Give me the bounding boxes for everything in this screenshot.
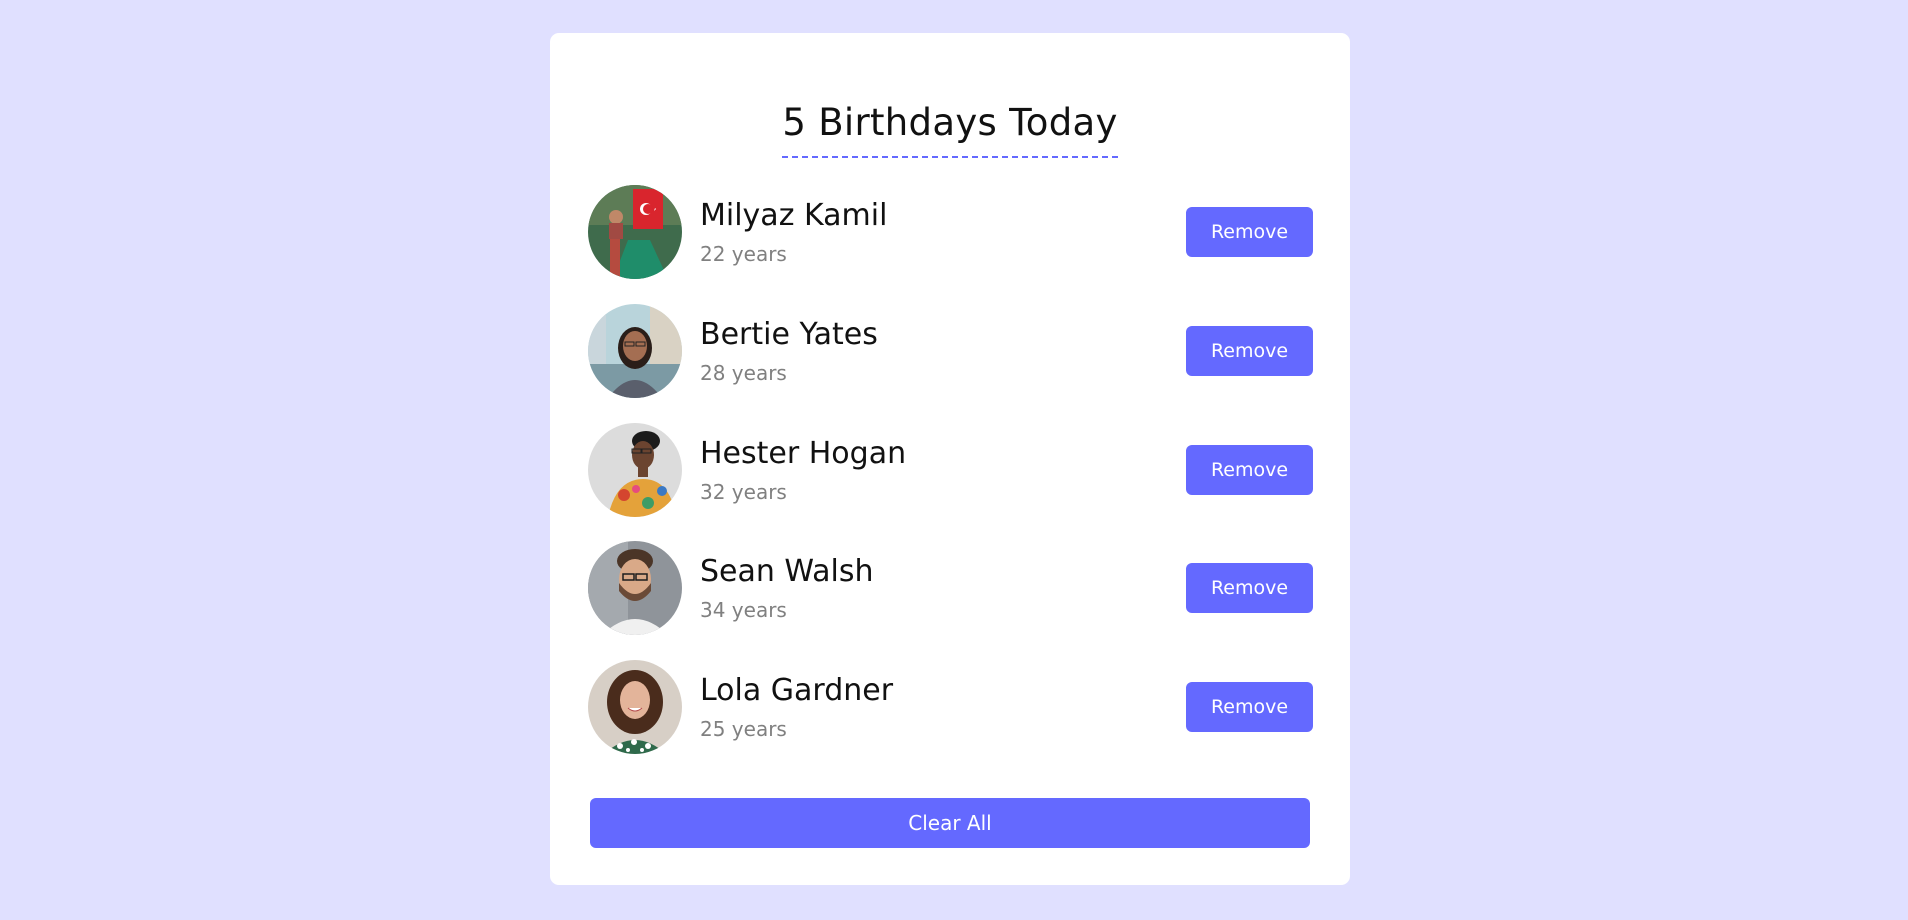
person-name: Hester Hogan — [700, 436, 907, 471]
remove-button[interactable]: Remove — [1186, 682, 1313, 732]
remove-button[interactable]: Remove — [1186, 445, 1313, 495]
person-name: Lola Gardner — [700, 673, 894, 708]
list-item: Sean Walsh 34 years Remove — [588, 541, 1313, 635]
person-age: 28 years — [700, 361, 787, 385]
person-age: 25 years — [700, 717, 787, 741]
list-item: Lola Gardner 25 years Remove — [588, 660, 1313, 754]
avatar — [588, 423, 682, 517]
remove-button[interactable]: Remove — [1186, 563, 1313, 613]
avatar — [588, 541, 682, 635]
remove-button[interactable]: Remove — [1186, 326, 1313, 376]
person-name: Sean Walsh — [700, 554, 874, 589]
avatar — [588, 304, 682, 398]
person-age: 22 years — [700, 242, 787, 266]
page-title: 5 Birthdays Today — [550, 99, 1350, 158]
list-item: Milyaz Kamil 22 years Remove — [588, 185, 1313, 279]
person-age: 34 years — [700, 598, 787, 622]
title-text: 5 Birthdays Today — [782, 99, 1118, 158]
avatar — [588, 660, 682, 754]
list-item: Bertie Yates 28 years Remove — [588, 304, 1313, 398]
person-name: Milyaz Kamil — [700, 198, 888, 233]
person-age: 32 years — [700, 480, 787, 504]
clear-all-button[interactable]: Clear All — [590, 798, 1310, 848]
birthday-card: 5 Birthdays Today Milyaz Kamil 22 years … — [550, 33, 1350, 885]
list-item: Hester Hogan 32 years Remove — [588, 423, 1313, 517]
remove-button[interactable]: Remove — [1186, 207, 1313, 257]
avatar — [588, 185, 682, 279]
person-name: Bertie Yates — [700, 317, 878, 352]
